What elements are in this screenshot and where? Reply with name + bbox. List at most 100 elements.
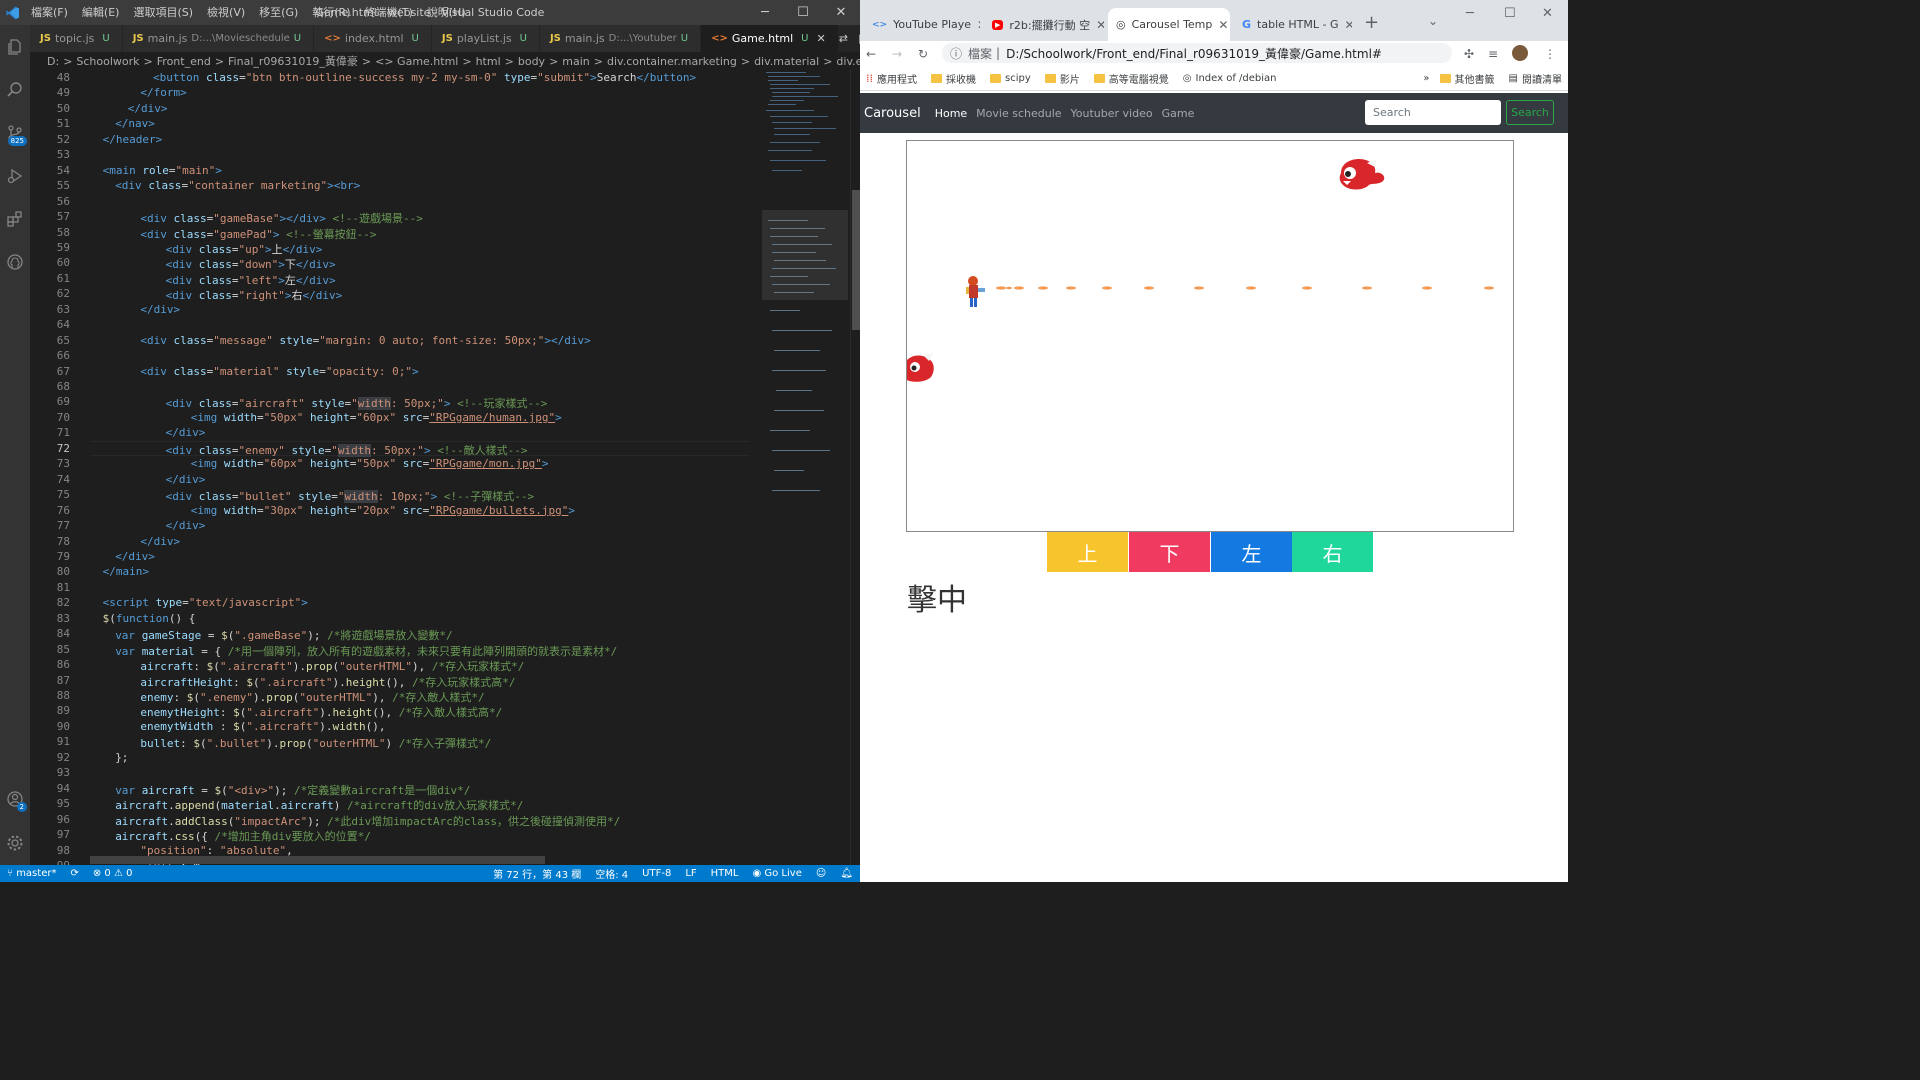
minimize-button[interactable]: ─: [746, 0, 784, 25]
breadcrumb-item[interactable]: Schoolwork: [76, 55, 139, 68]
breadcrumb-item[interactable]: div.material: [754, 55, 819, 68]
code-line[interactable]: <div class="right">右</div>: [90, 287, 343, 303]
menu-item[interactable]: 移至(G): [252, 0, 305, 25]
breadcrumb-item[interactable]: <> Game.html: [375, 55, 458, 68]
browser-tab-youtube-player[interactable]: <> YouTube Playe ✕: [864, 8, 980, 41]
bookmark-folder[interactable]: 採收機: [931, 71, 976, 86]
github-icon[interactable]: [0, 240, 30, 283]
breadcrumb-item[interactable]: main: [562, 55, 589, 68]
code-line[interactable]: <button class="btn btn-outline-success m…: [90, 71, 696, 84]
code-line[interactable]: "position": "absolute",: [90, 844, 292, 857]
branch-status[interactable]: ⑂ master*: [0, 868, 63, 879]
reading-list-icon[interactable]: ≡: [1488, 47, 1498, 61]
close-tab-icon[interactable]: ✕: [1096, 18, 1104, 32]
gamepad-left-button[interactable]: 左: [1211, 532, 1292, 572]
code-line[interactable]: aircraft.addClass("impactArc"); /*此div增加…: [90, 813, 620, 829]
code-line[interactable]: $(function() {: [90, 612, 196, 625]
gamepad-right-button[interactable]: 右: [1292, 532, 1373, 572]
editor-tab[interactable]: JS playList.js U: [431, 25, 540, 52]
problems-status[interactable]: ⊗ 0 ⚠ 0: [86, 868, 140, 879]
breadcrumb-item[interactable]: Final_r09631019_黃偉豪: [228, 53, 358, 69]
eol-status[interactable]: LF: [678, 868, 703, 879]
code-line[interactable]: bullet: $(".bullet").prop("outerHTML") /…: [90, 735, 491, 751]
breadcrumb-item[interactable]: Front_end: [157, 55, 211, 68]
language-status[interactable]: HTML: [704, 868, 746, 879]
editor-tab[interactable]: <> Game.html U ✕: [701, 25, 839, 52]
cursor-position[interactable]: 第 72 行，第 43 欄: [486, 866, 588, 881]
editor-tab[interactable]: JS topic.js U: [30, 25, 123, 52]
menu-item[interactable]: 檔案(F): [24, 0, 75, 25]
menu-item[interactable]: 編輯(E): [75, 0, 127, 25]
code-line[interactable]: </form>: [90, 86, 186, 99]
browser-minimize-button[interactable]: ─: [1466, 6, 1474, 21]
editor-tab[interactable]: JS main.js D:...\Youtuber U: [539, 25, 702, 52]
code-line[interactable]: </div>: [90, 519, 206, 532]
source-control-icon[interactable]: 825: [0, 111, 30, 154]
code-line[interactable]: <div class="left">左</div>: [90, 272, 336, 288]
reading-list[interactable]: ▤ 閱讀清單: [1509, 71, 1562, 86]
browser-close-button[interactable]: ✕: [1542, 6, 1553, 21]
breadcrumb-item[interactable]: html: [476, 55, 501, 68]
code-line[interactable]: <main role="main">: [90, 164, 222, 177]
close-tab-icon[interactable]: ✕: [1218, 18, 1228, 32]
reload-icon[interactable]: ↻: [918, 47, 928, 61]
code-line[interactable]: <div class="gameBase"></div> <!--遊戲場景-->: [90, 210, 422, 226]
nav-movie-schedule[interactable]: Movie schedule: [976, 107, 1061, 120]
code-line[interactable]: <img width="60px" height="50px" src="RPG…: [90, 457, 549, 470]
code-line[interactable]: </div>: [90, 303, 180, 316]
code-line[interactable]: enemytWidth : $(".aircraft").width(),: [90, 720, 385, 733]
nav-youtuber-video[interactable]: Youtuber video: [1071, 107, 1153, 120]
code-line[interactable]: <div class="up">上</div>: [90, 241, 323, 257]
close-tab-icon[interactable]: ✕: [1344, 18, 1352, 32]
address-bar[interactable]: ⓘ 檔案 | D:/Schoolwork/Front_end/Final_r09…: [942, 43, 1452, 63]
code-line[interactable]: </div>: [90, 535, 180, 548]
code-line[interactable]: </div>: [90, 426, 206, 439]
forward-arrow-icon[interactable]: →: [892, 47, 902, 61]
browser-maximize-button[interactable]: ☐: [1504, 6, 1516, 21]
game-stage[interactable]: [906, 140, 1514, 532]
browser-tab-table-html[interactable]: G table HTML - G ✕: [1234, 8, 1352, 41]
code-line[interactable]: <div class="message" style="margin: 0 au…: [90, 334, 590, 347]
settings-gear-icon[interactable]: [0, 821, 30, 864]
code-line[interactable]: aircraft.css({ /*增加主角div要放入的位置*/: [90, 828, 371, 844]
code-line[interactable]: aircraft: $(".aircraft").prop("outerHTML…: [90, 658, 524, 674]
profile-avatar[interactable]: [1512, 45, 1528, 61]
nav-game[interactable]: Game: [1162, 107, 1195, 120]
code-line[interactable]: var gameStage = $(".gameBase"); /*將遊戲場景放…: [90, 627, 452, 643]
editor-tab[interactable]: <> index.html U: [314, 25, 432, 52]
code-line[interactable]: <div class="container marketing"><br>: [90, 179, 360, 192]
site-search-input[interactable]: Search: [1365, 100, 1501, 125]
other-bookmarks[interactable]: 其他書籤: [1439, 71, 1495, 86]
info-icon[interactable]: ⓘ: [950, 45, 962, 62]
feedback-icon[interactable]: ☺: [809, 868, 833, 879]
code-line[interactable]: var material = { /*用一個陣列，放入所有的遊戲素材，未來只要有…: [90, 643, 617, 659]
run-debug-icon[interactable]: [0, 154, 30, 197]
code-line[interactable]: enemytHeight: $(".aircraft").height(), /…: [90, 704, 502, 720]
code-line[interactable]: <div class="down">下</div>: [90, 256, 336, 272]
editor-scroll-thumb[interactable]: [852, 190, 860, 330]
extensions-icon[interactable]: [0, 197, 30, 240]
code-line[interactable]: <div class="aircraft" style="width: 50px…: [90, 395, 547, 411]
code-line[interactable]: <div class="enemy" style="width: 50px;">…: [90, 442, 528, 458]
gamepad-down-button[interactable]: 下: [1129, 532, 1210, 572]
encoding-status[interactable]: UTF-8: [635, 868, 678, 879]
go-live-button[interactable]: ◉ Go Live: [745, 868, 808, 879]
breadcrumb-item[interactable]: D:: [47, 55, 59, 68]
new-tab-plus-icon[interactable]: +: [1364, 12, 1379, 33]
close-window-button[interactable]: ✕: [822, 0, 860, 25]
browser-tab-carousel[interactable]: ◎ Carousel Temp ✕: [1108, 8, 1230, 41]
code-line[interactable]: </div>: [90, 550, 155, 563]
site-brand[interactable]: Carousel: [864, 106, 921, 121]
editor-tab[interactable]: JS main.js D:...\Movieschedule U: [122, 25, 315, 52]
code-line[interactable]: aircraft.append(material.aircraft) /*air…: [90, 797, 523, 813]
code-line[interactable]: </div>: [90, 102, 168, 115]
bookmark-folder[interactable]: 高等電腦視覺: [1093, 71, 1169, 86]
editor-scrollbar[interactable]: [850, 70, 860, 865]
search-icon[interactable]: [0, 68, 30, 111]
code-line[interactable]: };: [90, 751, 128, 764]
sync-icon[interactable]: ⟳: [63, 868, 85, 879]
code-line[interactable]: aircraftHeight: $(".aircraft").height(),…: [90, 674, 515, 690]
close-tab-icon[interactable]: ✕: [817, 32, 826, 45]
close-tab-icon[interactable]: ✕: [977, 18, 980, 32]
browser-tab-r2b[interactable]: ▶ r2b:擺攤行動 空 ✕: [984, 8, 1104, 41]
